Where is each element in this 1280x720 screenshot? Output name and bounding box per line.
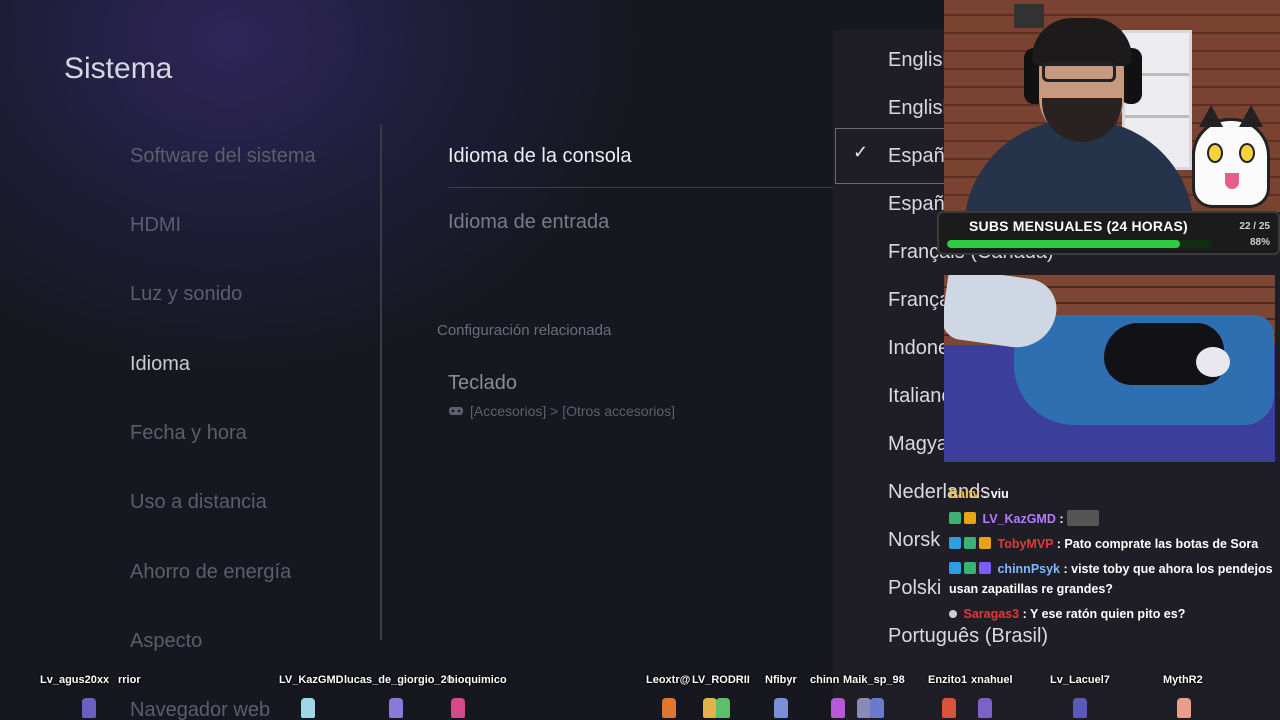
language-option[interactable]: Magya [888, 433, 948, 456]
language-option[interactable]: Indone [888, 337, 949, 360]
sidebar-item-date-time[interactable]: Fecha y hora [130, 422, 247, 445]
check-icon: ✓ [853, 142, 869, 162]
viewer-name: Nfibyr [765, 674, 797, 686]
accessory-icon [449, 407, 463, 415]
badge-icon [949, 512, 961, 524]
chat-username: LV_KazGMD [982, 512, 1056, 526]
chat-text: : viu [983, 487, 1009, 501]
subs-goal-widget: SUBS MENSUALES (24 HORAS) 22 / 25 88% [937, 211, 1280, 255]
viewer-name: MythR2 [1163, 674, 1203, 686]
keyboard-path-text: [Accesorios] > [Otros accesorios] [470, 403, 676, 419]
chat-username: TobyMVP [997, 537, 1054, 551]
viewer-sprite [1177, 698, 1191, 718]
chat-username: Baltv [949, 487, 980, 501]
badge-icon [979, 537, 991, 549]
viewer-sprite [82, 698, 96, 718]
sidebar-item-language[interactable]: Idioma [130, 353, 190, 376]
sidebar-item-appearance[interactable]: Aspecto [130, 630, 202, 653]
viewer-name: xnahuel [971, 674, 1013, 686]
chat-message: chinnPsyk : viste toby que ahora los pen… [949, 559, 1279, 599]
badge-icon [964, 537, 976, 549]
chat-text: : Y ese ratón quien pito es? [1022, 607, 1186, 621]
cat-mascot [1192, 105, 1270, 208]
badge-icon [949, 562, 961, 574]
viewer-name: lucas_de_giorgio_20 [344, 674, 453, 686]
settings-sidebar: Software del sistema HDMI Luz y sonido I… [130, 0, 370, 720]
pet-camera [944, 275, 1275, 462]
sidebar-divider [380, 125, 382, 640]
language-option[interactable]: Italiano [888, 385, 953, 408]
cat-tongue [1225, 173, 1239, 189]
viewer-sprite [703, 698, 717, 718]
language-option[interactable]: Polski [888, 577, 941, 600]
viewer-name: Lv_agus20xx [40, 674, 110, 686]
viewer-sprite [1073, 698, 1087, 718]
viewer-name: Lv_Lacuel7 [1050, 674, 1110, 686]
chat-message: LV_KazGMD : [949, 509, 1100, 529]
cat-eye [1207, 143, 1223, 163]
sidebar-item-hdmi[interactable]: HDMI [130, 214, 181, 237]
viewer-name: Leoxtr@ [646, 674, 691, 686]
viewer-sprite [301, 698, 315, 718]
language-option[interactable]: França [888, 289, 950, 312]
chat-message: Baltv : viu [949, 484, 1009, 504]
viewer-sprite [942, 698, 956, 718]
badge-icon [979, 562, 991, 574]
chat-text: : [1059, 512, 1064, 526]
input-language-option[interactable]: Idioma de entrada [448, 211, 609, 234]
chat-username: chinnPsyk [997, 562, 1061, 576]
viewer-name: chinn [810, 674, 840, 686]
viewer-sprite [389, 698, 403, 718]
subs-goal-track [947, 240, 1212, 248]
sidebar-item-light-sound[interactable]: Luz y sonido [130, 283, 242, 306]
subs-goal-label: SUBS MENSUALES (24 HORAS) [969, 218, 1188, 234]
subs-goal-percent: 88% [1249, 237, 1270, 248]
viewer-sprite [831, 698, 845, 718]
badge-icon [949, 610, 957, 618]
viewer-name: Maik_sp_98 [843, 674, 905, 686]
chat-message: Saragas3 : Y ese ratón quien pito es? [949, 604, 1185, 624]
streamer-glasses [1042, 62, 1116, 82]
main-divider [448, 187, 833, 188]
viewer-name: rrior [118, 674, 141, 686]
viewer-name: bioquimico [448, 674, 507, 686]
settings-main: Idioma de la consola Idioma de entrada C… [437, 0, 833, 720]
viewer-sprite [870, 698, 884, 718]
stream-chat: Baltv : viu LV_KazGMD : TobyMVP : Pato c… [945, 483, 1280, 633]
sleeping-cat-patch [1196, 347, 1230, 377]
chat-message: TobyMVP : Pato comprate las botas de Sor… [949, 534, 1258, 554]
viewer-name: LV_KazGMD [279, 674, 344, 686]
badge-icon [949, 537, 961, 549]
keyboard-option[interactable]: Teclado [448, 372, 517, 395]
viewer-sprite [774, 698, 788, 718]
subs-goal-count: 22 / 25 [1239, 221, 1270, 232]
viewer-sprite [662, 698, 676, 718]
subs-goal-fill [947, 240, 1181, 248]
related-settings-heading: Configuración relacionada [437, 322, 612, 339]
badge-icon [964, 562, 976, 574]
viewer-sprite [857, 698, 871, 718]
console-language-option[interactable]: Idioma de la consola [448, 145, 631, 168]
language-option[interactable]: Norsk [888, 529, 940, 552]
viewer-sprite [451, 698, 465, 718]
viewer-sprite [716, 698, 730, 718]
chat-text: : Pato comprate las botas de Sora [1056, 537, 1259, 551]
chat-username: Saragas3 [963, 607, 1020, 621]
viewer-sprites-bar: Lv_agus20xx rrior LV_KazGMD lucas_de_gio… [0, 670, 1280, 720]
cat-eye [1239, 143, 1255, 163]
keyboard-path: [Accesorios] > [Otros accesorios] [448, 403, 675, 419]
streamer-webcam [944, 0, 1280, 212]
viewer-name: LV_RODRII [692, 674, 750, 686]
viewer-sprite [978, 698, 992, 718]
viewer-name: Enzito1 [928, 674, 968, 686]
wall-sign [1014, 4, 1044, 28]
sidebar-item-system-software[interactable]: Software del sistema [130, 145, 316, 168]
sidebar-item-remote-play[interactable]: Uso a distancia [130, 491, 267, 514]
emote-icon [1067, 510, 1100, 526]
badge-icon [964, 512, 976, 524]
sidebar-item-power-saving[interactable]: Ahorro de energía [130, 561, 291, 584]
